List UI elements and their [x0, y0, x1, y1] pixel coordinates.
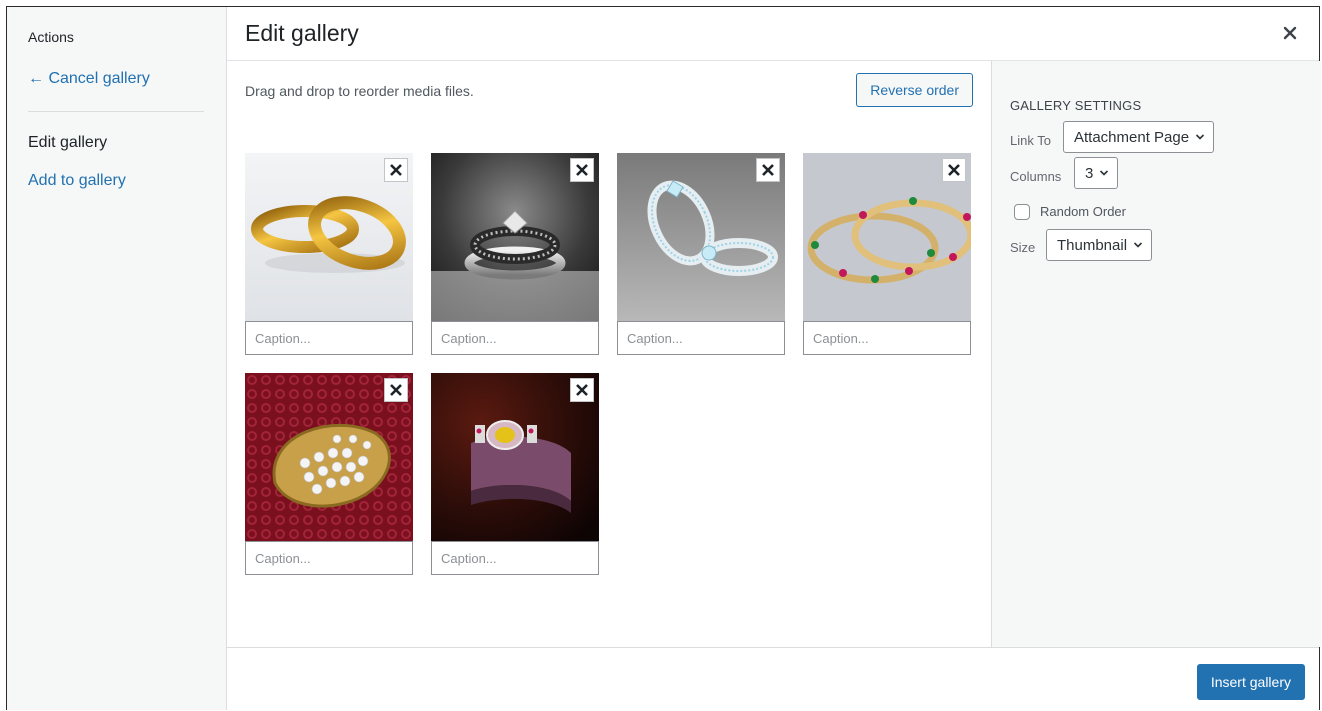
reverse-order-button[interactable]: Reverse order	[856, 73, 973, 107]
remove-item-button[interactable]	[570, 378, 594, 402]
sidebar-item-edit-gallery[interactable]: Edit gallery	[28, 134, 107, 152]
remove-item-button[interactable]	[384, 158, 408, 182]
random-order-label[interactable]: Random Order	[1040, 204, 1126, 219]
gallery-content: Drag and drop to reorder media files. Re…	[227, 61, 991, 647]
cancel-gallery-link[interactable]: ← Cancel gallery	[28, 70, 150, 88]
close-icon	[390, 164, 402, 176]
insert-gallery-button[interactable]: Insert gallery	[1196, 664, 1305, 700]
close-icon	[576, 164, 588, 176]
gallery-item[interactable]	[617, 153, 785, 355]
add-to-gallery-link[interactable]: Add to gallery	[28, 172, 126, 190]
gallery-item[interactable]	[803, 153, 971, 355]
gallery-item[interactable]	[431, 373, 599, 575]
close-icon	[948, 164, 960, 176]
random-order-checkbox[interactable]	[1014, 204, 1030, 220]
remove-item-button[interactable]	[942, 158, 966, 182]
remove-item-button[interactable]	[384, 378, 408, 402]
link-to-select[interactable]: Attachment Page	[1063, 121, 1215, 153]
size-value: Thumbnail	[1057, 236, 1128, 254]
link-to-value: Attachment Page	[1074, 128, 1190, 146]
reorder-instructions: Drag and drop to reorder media files.	[245, 83, 474, 99]
gallery-item[interactable]	[245, 153, 413, 355]
close-icon	[762, 164, 774, 176]
size-select[interactable]: Thumbnail	[1046, 229, 1153, 261]
columns-select[interactable]: 3	[1074, 157, 1119, 189]
chevron-down-icon	[1133, 242, 1143, 248]
size-label: Size	[1010, 240, 1036, 255]
remove-item-button[interactable]	[756, 158, 780, 182]
actions-sidebar: Actions ← Cancel gallery Edit gallery Ad…	[7, 7, 227, 710]
modal-header: Edit gallery	[227, 7, 1319, 61]
edit-gallery-modal: Actions ← Cancel gallery Edit gallery Ad…	[6, 6, 1321, 711]
link-to-label: Link To	[1010, 133, 1051, 148]
caption-field[interactable]	[617, 321, 785, 355]
close-icon[interactable]	[1278, 21, 1302, 45]
caption-field[interactable]	[431, 321, 599, 355]
caption-field[interactable]	[431, 541, 599, 575]
close-icon	[390, 384, 402, 396]
gallery-item[interactable]	[245, 373, 413, 575]
columns-label: Columns	[1010, 169, 1062, 184]
chevron-down-icon	[1196, 134, 1205, 140]
gallery-settings-heading: Gallery Settings	[1010, 98, 1142, 113]
sidebar-divider	[28, 111, 204, 112]
caption-field[interactable]	[245, 321, 413, 355]
gallery-item[interactable]	[431, 153, 599, 355]
gallery-settings-panel: Gallery Settings Link To Attachment Page…	[991, 61, 1321, 647]
columns-value: 3	[1085, 164, 1094, 182]
page-title: Edit gallery	[245, 20, 359, 46]
caption-field[interactable]	[245, 541, 413, 575]
chevron-down-icon	[1100, 170, 1109, 176]
close-icon	[576, 384, 588, 396]
actions-heading: Actions	[28, 29, 74, 45]
caption-field[interactable]	[803, 321, 971, 355]
modal-footer: Insert gallery	[227, 647, 1319, 711]
remove-item-button[interactable]	[570, 158, 594, 182]
